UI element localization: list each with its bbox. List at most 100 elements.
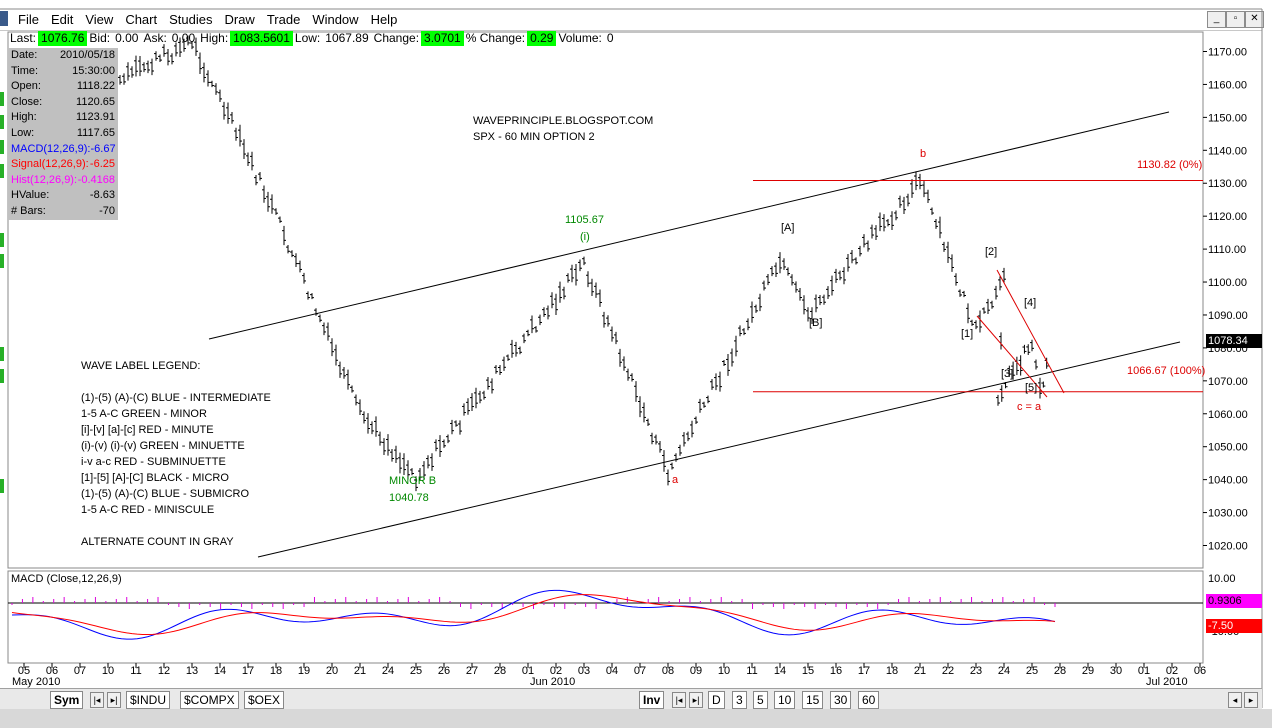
date-tick-label: 29: [1082, 665, 1094, 677]
hist-value: -0.4168: [77, 173, 115, 186]
date-tick-label: 19: [298, 665, 310, 677]
date-tick-label: 24: [382, 665, 394, 677]
interval-3[interactable]: 3: [732, 691, 747, 709]
change-label: Change:: [373, 31, 420, 45]
last-label: Last:: [10, 31, 37, 45]
hist-tag: 0.9306: [1206, 594, 1262, 608]
interval-prev-button[interactable]: |◂: [672, 692, 686, 708]
price-tick-label: 1090.00: [1208, 310, 1248, 322]
date-tick-label: 11: [746, 665, 757, 677]
date-tick-label: 04: [606, 665, 618, 677]
interval-5[interactable]: 5: [753, 691, 768, 709]
macd-panel-frame: [7, 570, 1204, 664]
tool-marker[interactable]: [0, 164, 4, 178]
date-tick-label: 11: [130, 665, 141, 677]
close-value: 1120.65: [76, 95, 115, 108]
price-tick-label: 1160.00: [1208, 79, 1247, 91]
price-tick-label: 1130.00: [1208, 178, 1247, 190]
date-tick-label: 08: [662, 665, 674, 677]
date-tick-label: 25: [1026, 665, 1038, 677]
legend-line: WAVE LABEL LEGEND:: [81, 360, 201, 372]
volume-value: 0: [606, 31, 614, 45]
interval-next-button[interactable]: ▸|: [689, 692, 703, 708]
time-value: 15:30:00: [72, 64, 115, 77]
tool-marker[interactable]: [0, 369, 4, 383]
tool-marker[interactable]: [0, 233, 4, 247]
date-value: 2010/05/18: [59, 49, 115, 61]
interval-10[interactable]: 10: [774, 691, 796, 709]
nav-next-button[interactable]: ▸|: [107, 692, 121, 708]
tab-sym[interactable]: Sym: [50, 691, 84, 709]
minor-b-value: 1040.78: [389, 492, 429, 504]
scroll-left-button[interactable]: ◂: [1228, 692, 1242, 708]
signal-label: Signal(12,26,9):: [11, 158, 89, 171]
tool-marker[interactable]: [0, 254, 4, 268]
wave-1-label: [1]: [961, 328, 974, 340]
date-tick-label: 15: [802, 665, 814, 677]
tab-oex[interactable]: $OEX: [244, 691, 285, 709]
tool-marker[interactable]: [0, 479, 4, 493]
price-tick-label: 1070.00: [1208, 376, 1248, 388]
signal-value: -6.25: [89, 158, 115, 171]
wave-B-label: [B]: [809, 317, 823, 329]
high-value: 1083.5601: [230, 31, 293, 46]
tab-inv[interactable]: Inv: [639, 691, 665, 709]
date-tick-label: 17: [858, 665, 870, 677]
tab-compx[interactable]: $COMPX: [180, 691, 239, 709]
pct-change-value: 0.29: [527, 31, 557, 46]
date-tick-label: 18: [270, 665, 282, 677]
month-label: May 2010: [12, 676, 61, 688]
date-tick-label: 12: [158, 665, 170, 677]
hvalue-value: -8.63: [89, 189, 115, 202]
fib-high-label: 1130.82 (0%): [1137, 159, 1203, 171]
price-tick-label: 1150.00: [1208, 112, 1247, 124]
tab-indu[interactable]: $INDU: [126, 691, 171, 709]
legend-line: (1)-(5) (A)-(C) BLUE - INTERMEDIATE: [81, 392, 271, 404]
tool-marker[interactable]: [0, 92, 4, 106]
low-value: 1117.65: [76, 126, 115, 139]
ask-value: 0.00: [171, 31, 196, 45]
bid-label: Bid:: [89, 31, 111, 45]
fib-low-label: 1066.67 (100%): [1127, 365, 1206, 377]
horizontal-scrollbar[interactable]: [0, 709, 1272, 728]
price-tick-label: 1040.00: [1208, 475, 1248, 487]
date-tick-label: 28: [494, 665, 506, 677]
date-tick-label: 07: [74, 665, 86, 677]
price-tick-label: 1060.00: [1208, 409, 1248, 421]
scroll-right-button[interactable]: ▸: [1244, 692, 1258, 708]
low-label: Low:: [294, 31, 321, 45]
macd-label: MACD(12,26,9):: [11, 142, 91, 155]
tool-marker[interactable]: [0, 115, 4, 129]
macd-value: -6.67: [90, 142, 116, 155]
interval-15[interactable]: 15: [802, 691, 824, 709]
price-tick-label: 1030.00: [1208, 508, 1248, 520]
price-tick-label: 1120.00: [1208, 211, 1247, 223]
volume-label: Volume:: [558, 31, 602, 45]
date-tick-label: 28: [1054, 665, 1066, 677]
legend-line: 1-5 A-C RED - MINISCULE: [81, 504, 215, 516]
interval-d[interactable]: D: [708, 691, 725, 709]
pct-change-label: % Change:: [465, 31, 526, 45]
legend-line: [81, 518, 271, 534]
price-tick-label: 1100.00: [1208, 277, 1247, 289]
legend-line: (1)-(5) (A)-(C) BLUE - SUBMICRO: [81, 488, 250, 500]
data-window: Date: 2010/05/18 Time: 15:30:00 Open: 1118.…: [8, 48, 118, 220]
nav-prev-button[interactable]: |◂: [90, 692, 104, 708]
tool-marker[interactable]: [0, 140, 4, 154]
open-value: 1118.22: [76, 80, 115, 93]
wave-A-label: [A]: [781, 222, 795, 234]
date-tick-label: 14: [774, 665, 786, 677]
tool-marker[interactable]: [0, 347, 4, 361]
date-tick-label: 26: [438, 665, 450, 677]
minor-b-label: MINOR B: [389, 475, 437, 487]
interval-60[interactable]: 60: [858, 691, 880, 709]
wave-i-label: (i): [580, 231, 590, 243]
legend-line: 1-5 A-C GREEN - MINOR: [81, 408, 207, 420]
close-label: Close:: [11, 95, 43, 108]
date-tick-label: 30: [1110, 665, 1122, 677]
wave-a-label: a: [672, 474, 679, 486]
interval-30[interactable]: 30: [830, 691, 852, 709]
macd-tick-label: 10.00: [1208, 573, 1236, 585]
date-tick-label: 27: [466, 665, 478, 677]
macd-tag: -7.50: [1206, 619, 1262, 633]
